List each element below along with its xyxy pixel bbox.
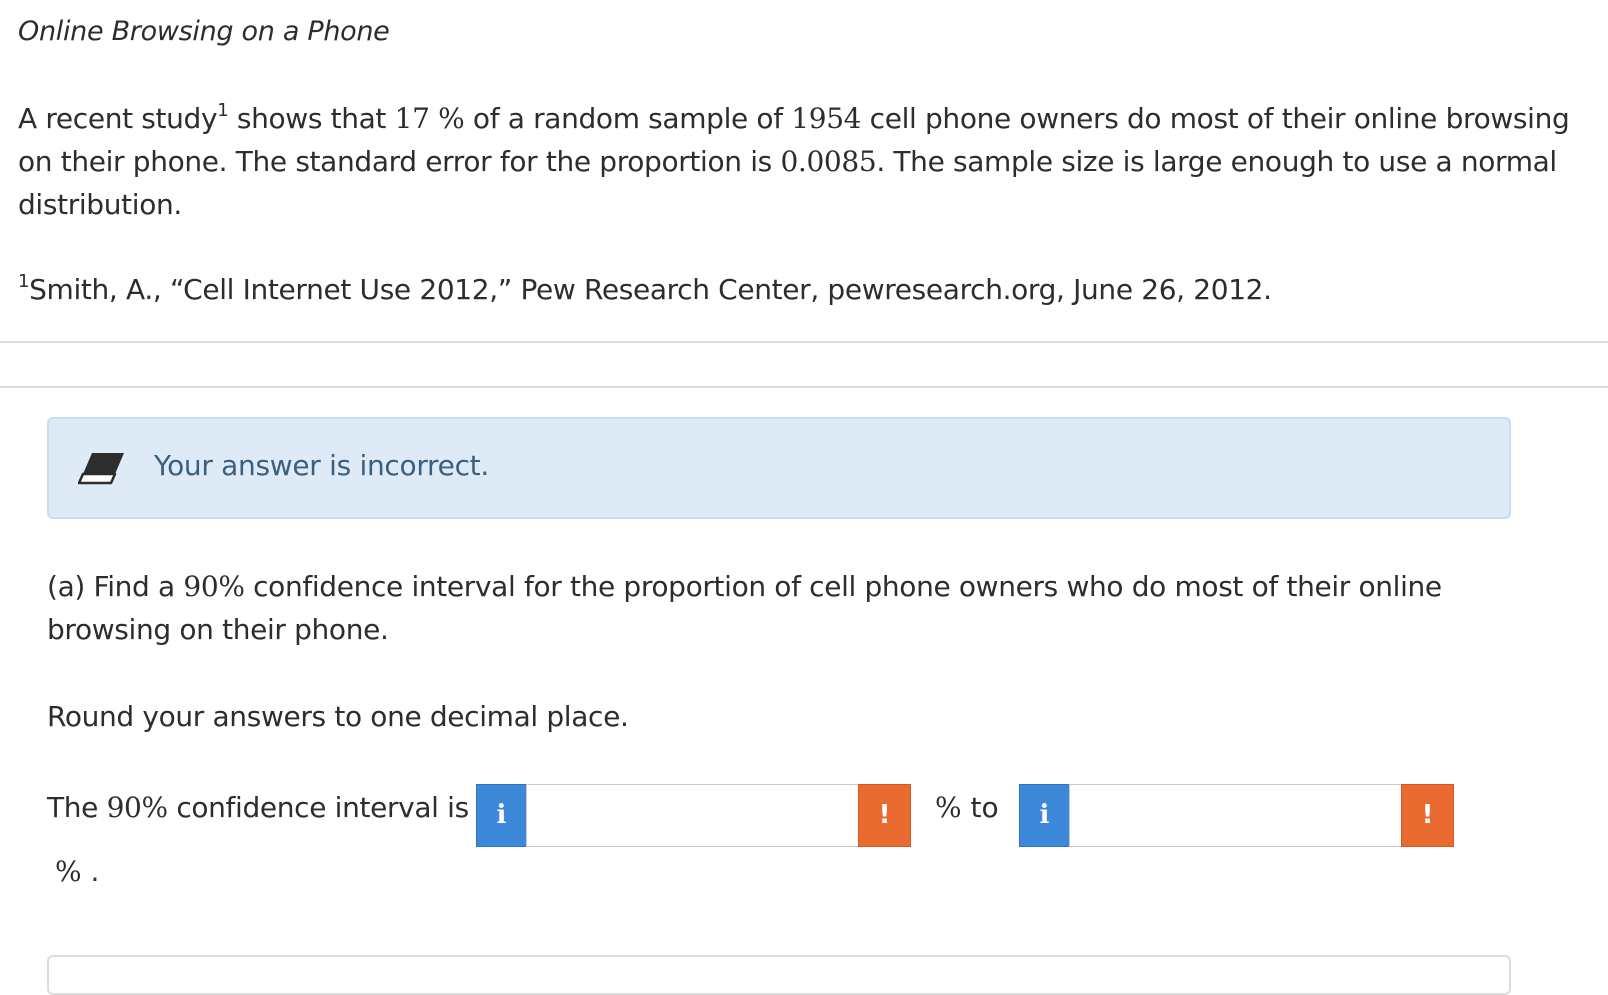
sample-size-value: 1954 — [791, 102, 862, 135]
problem-title: Online Browsing on a Phone — [18, 16, 390, 47]
between-text: % to — [935, 791, 999, 824]
section-divider — [0, 341, 1608, 343]
lower-info-button[interactable]: i — [476, 784, 527, 847]
warning-icon: ! — [1421, 800, 1434, 830]
rounding-instruction: Round your answers to one decimal place. — [47, 700, 629, 733]
question-a-prefix: (a) Find a — [47, 570, 184, 603]
end-unit-text: % . — [55, 855, 99, 888]
between-word: to — [970, 791, 999, 824]
footnote-number: 1 — [18, 271, 30, 292]
answer-label: The 90% confidence interval is — [47, 791, 469, 824]
footnote-text: Smith, A., “Cell Internet Use 2012,” Pew… — [29, 273, 1272, 306]
footnote-marker: 1 — [217, 100, 229, 121]
footnote: 1Smith, A., “Cell Internet Use 2012,” Pe… — [18, 268, 1578, 311]
next-section-panel — [47, 955, 1511, 995]
end-punctuation: . — [90, 855, 100, 888]
eraser-icon — [78, 453, 124, 485]
info-icon: i — [496, 800, 507, 830]
confidence-level: 90% — [183, 570, 245, 603]
end-percent-unit: % — [55, 855, 82, 888]
answer-label-suffix: confidence interval is — [167, 791, 469, 824]
question-a-rest: confidence interval for the proportion o… — [47, 570, 1442, 646]
section-divider — [0, 386, 1608, 388]
lower-bound-input[interactable] — [526, 784, 860, 847]
intro-text-2: shows that — [228, 102, 395, 135]
feedback-alert: Your answer is incorrect. — [47, 417, 1511, 519]
upper-warning-button[interactable]: ! — [1401, 784, 1454, 847]
warning-icon: ! — [878, 800, 891, 830]
percent-value: 17 % — [394, 102, 465, 135]
upper-bound-input[interactable] — [1069, 784, 1403, 847]
lower-warning-button[interactable]: ! — [858, 784, 911, 847]
upper-info-button[interactable]: i — [1019, 784, 1070, 847]
question-a-text: (a) Find a 90% confidence interval for t… — [47, 565, 1567, 651]
problem-intro: A recent study1 shows that 17 % of a ran… — [18, 97, 1578, 226]
info-icon: i — [1039, 800, 1050, 830]
answer-confidence-level: 90% — [106, 791, 169, 824]
intro-text-1: A recent study — [18, 102, 218, 135]
intro-text-3: of a random sample of — [464, 102, 792, 135]
answer-label-prefix: The — [47, 791, 107, 824]
between-percent-unit: % — [935, 791, 962, 824]
feedback-message: Your answer is incorrect. — [154, 449, 489, 482]
standard-error-value: 0.0085 — [780, 145, 877, 178]
